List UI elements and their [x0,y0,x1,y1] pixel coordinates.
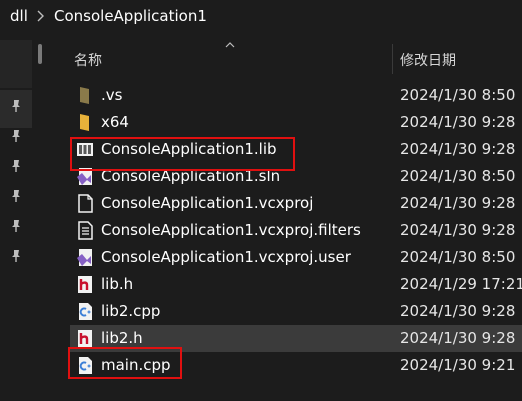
pin-icon[interactable] [9,189,23,203]
pin-icon[interactable] [9,219,23,233]
file-name: main.cpp [101,356,171,374]
file-row[interactable]: lib2.cpp 2024/1/30 9:28 [70,298,522,325]
file-name: lib2.cpp [101,302,161,320]
pin-icon[interactable] [9,159,23,173]
file-explorer-window: dll ConsoleApplication1 名称 修改日期 .vs 2024… [0,0,522,401]
file-row[interactable]: x64 2024/1/30 9:28 [70,109,522,136]
file-date: 2024/1/30 9:28 [400,221,516,239]
nav-scrollbar[interactable] [32,40,48,401]
file-date: 2024/1/30 9:28 [400,113,516,131]
file-row[interactable]: ConsoleApplication1.sln 2024/1/30 8:50 [70,163,522,190]
file-row[interactable]: .vs 2024/1/30 8:50 [70,82,522,109]
column-header-row: 名称 修改日期 [48,40,522,78]
file-row-selected[interactable]: lib2.h 2024/1/30 9:28 [70,325,522,352]
file-date: 2024/1/30 8:50 [400,86,516,104]
file-name: ConsoleApplication1.sln [101,167,281,185]
file-row[interactable]: ConsoleApplication1.lib 2024/1/30 9:28 [70,136,522,163]
chevron-right-icon [37,10,44,22]
vs-user-file-icon [77,249,92,266]
nav-scrollbar-thumb[interactable] [38,44,42,64]
project-file-icon [78,194,93,213]
pin-icon[interactable] [9,129,23,143]
file-date: 2024/1/30 8:50 [400,167,516,185]
column-header-name[interactable]: 名称 [74,50,102,70]
file-date: 2024/1/29 17:21 [400,275,522,293]
column-header-date-modified[interactable]: 修改日期 [400,50,456,70]
file-date: 2024/1/30 9:21 [400,356,516,374]
folder-hidden-icon [80,87,89,104]
filters-file-icon [78,221,93,240]
folder-icon [80,114,89,131]
breadcrumb: dll ConsoleApplication1 [0,0,522,34]
file-date: 2024/1/30 9:28 [400,302,516,320]
pin-icon[interactable] [9,249,23,263]
file-row[interactable]: main.cpp 2024/1/30 9:21 [70,352,522,379]
navigation-pane [0,40,48,401]
file-row[interactable]: ConsoleApplication1.vcxproj.user 2024/1/… [70,244,522,271]
sort-ascending-icon [225,42,235,48]
file-name: lib2.h [101,329,143,347]
library-file-icon [77,143,93,156]
file-row[interactable]: lib.h 2024/1/29 17:21 [70,271,522,298]
breadcrumb-item-dll[interactable]: dll [10,7,28,25]
header-file-icon [78,276,92,293]
file-name: ConsoleApplication1.lib [101,140,277,158]
header-file-icon [78,330,92,347]
file-date: 2024/1/30 8:50 [400,248,516,266]
visual-studio-solution-icon [77,168,92,185]
nav-pane-item[interactable] [0,40,32,88]
file-name: x64 [101,113,129,131]
column-divider[interactable] [392,44,393,74]
file-list: .vs 2024/1/30 8:50 x64 2024/1/30 9:28 Co… [70,82,522,379]
file-name: ConsoleApplication1.vcxproj.user [101,248,351,266]
file-date: 2024/1/30 9:28 [400,329,516,347]
file-name: ConsoleApplication1.vcxproj [101,194,314,212]
file-date: 2024/1/30 9:28 [400,140,516,158]
cpp-file-icon [79,357,92,374]
breadcrumb-item-current-folder[interactable]: ConsoleApplication1 [54,7,207,25]
file-row[interactable]: ConsoleApplication1.vcxproj.filters 2024… [70,217,522,244]
pin-icon[interactable] [9,99,23,113]
file-date: 2024/1/30 9:28 [400,194,516,212]
file-row[interactable]: ConsoleApplication1.vcxproj 2024/1/30 9:… [70,190,522,217]
file-name: lib.h [101,275,134,293]
file-name: ConsoleApplication1.vcxproj.filters [101,221,361,239]
cpp-file-icon [79,303,92,320]
file-name: .vs [101,86,123,104]
